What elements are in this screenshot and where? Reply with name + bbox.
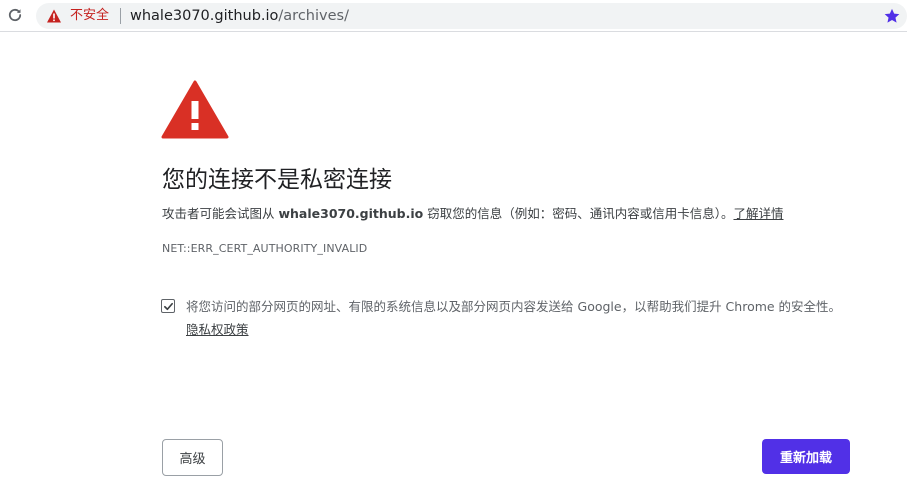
bookmark-star-icon[interactable] xyxy=(883,7,901,25)
browser-toolbar: 不安全 whale3070.github.io/archives/ xyxy=(0,0,907,32)
error-description: 攻击者可能会试图从 whale3070.github.io 窃取您的信息（例如：… xyxy=(162,205,862,223)
advanced-button[interactable]: 高级 xyxy=(162,439,223,476)
url-host: whale3070.github.io xyxy=(130,8,279,24)
report-checkbox[interactable] xyxy=(161,299,175,313)
security-divider xyxy=(120,8,121,24)
privacy-policy-link[interactable]: 隐私权政策 xyxy=(186,322,249,337)
desc-host: whale3070.github.io xyxy=(278,206,424,221)
desc-suffix: 窃取您的信息（例如：密码、通讯内容或信用卡信息）。 xyxy=(423,206,734,221)
report-details-link[interactable]: 您访问的部分网页的网址、有限的系统信息以及部分网页内容 xyxy=(199,299,537,314)
reload-icon[interactable] xyxy=(4,4,26,26)
url-path: /archives/ xyxy=(278,8,349,24)
report-opt-in-text: 将您访问的部分网页的网址、有限的系统信息以及部分网页内容发送给 Google，以… xyxy=(186,295,846,341)
error-code: NET::ERR_CERT_AUTHORITY_INVALID xyxy=(162,242,368,255)
warning-triangle-icon[interactable] xyxy=(46,8,62,24)
security-status-label[interactable]: 不安全 xyxy=(70,8,109,24)
url-text[interactable]: whale3070.github.io/archives/ xyxy=(130,7,349,25)
checkmark-icon xyxy=(163,302,173,310)
page-title: 您的连接不是私密连接 xyxy=(162,167,392,193)
report-suffix: 发送给 Google，以帮助我们提升 Chrome 的安全性。 xyxy=(536,299,842,314)
reload-button[interactable]: 重新加载 xyxy=(762,439,850,474)
desc-prefix: 攻击者可能会试图从 xyxy=(162,206,279,221)
report-prefix: 将 xyxy=(186,299,199,314)
learn-more-link[interactable]: 了解详情 xyxy=(733,206,783,221)
address-bar[interactable]: 不安全 whale3070.github.io/archives/ xyxy=(36,3,907,29)
warning-triangle-large-icon xyxy=(161,80,229,139)
